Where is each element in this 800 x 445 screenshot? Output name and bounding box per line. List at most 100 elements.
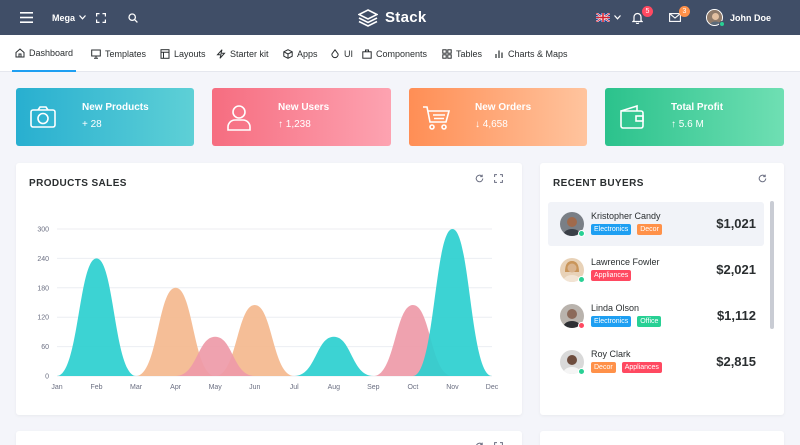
nav-item-label: Tables <box>456 48 483 59</box>
user-menu-button[interactable]: John Doe <box>706 0 771 35</box>
messages-badge: 3 <box>679 6 690 17</box>
reload-icon[interactable] <box>758 174 767 183</box>
package-icon <box>283 48 293 59</box>
nav-item-templates[interactable]: Templates <box>91 35 146 72</box>
buyer-row[interactable]: Linda Olson Electronics Office $1,112 <box>548 294 764 338</box>
hamburger-icon <box>20 12 33 23</box>
uk-flag-icon <box>596 13 610 22</box>
buyer-status-dot <box>578 230 585 237</box>
chevron-down-icon <box>79 15 86 20</box>
x-tick-label: Oct <box>407 384 418 391</box>
area-peak-series-2 <box>294 336 374 376</box>
online-status-dot <box>719 21 725 27</box>
bottom-left-card <box>16 431 522 445</box>
messages-button[interactable] <box>669 0 681 35</box>
x-tick-label: Feb <box>91 384 103 391</box>
camera-icon <box>30 106 56 128</box>
buyer-tags: Electronics Decor <box>591 224 662 235</box>
nav-item-tables[interactable]: Tables <box>442 35 482 72</box>
buyer-tags: Appliances <box>591 270 632 281</box>
buyer-name: Linda Olson <box>591 303 640 313</box>
notifications-button[interactable] <box>632 0 643 35</box>
x-tick-label: Apr <box>170 384 182 391</box>
stat-value: ↓ 4,658 <box>475 119 508 130</box>
y-tick-label: 300 <box>37 227 49 234</box>
stack-logo-icon <box>358 8 378 27</box>
stat-title: New Users <box>278 102 330 113</box>
tag-electronics: Electronics <box>591 224 632 235</box>
buyer-row[interactable]: Kristopher Candy Electronics Decor $1,02… <box>548 202 764 246</box>
nav-item-ui[interactable]: UI <box>330 35 353 72</box>
buyer-amount: $2,815 <box>716 354 756 369</box>
card-title: RECENT BUYERS <box>553 178 644 189</box>
x-tick-label: Jul <box>290 384 299 391</box>
stat-card-new-users: New Users ↑ 1,238 <box>212 88 391 146</box>
nav-item-starter-kit[interactable]: Starter kit <box>216 35 269 72</box>
search-icon <box>128 12 138 23</box>
y-tick-label: 240 <box>37 256 49 263</box>
briefcase-icon <box>362 49 372 59</box>
notifications-badge: 5 <box>642 6 653 17</box>
nav-item-label: Starter kit <box>230 48 269 59</box>
tag-office: Office <box>637 316 662 327</box>
monitor-icon <box>91 49 101 59</box>
x-tick-label: Dec <box>486 384 499 391</box>
user-name: John Doe <box>730 12 772 23</box>
buyer-status-dot <box>578 276 585 283</box>
nav-item-label: Components <box>376 48 428 59</box>
nav-item-components[interactable]: Components <box>362 35 427 72</box>
y-tick-label: 120 <box>37 315 49 322</box>
stat-value: + 28 <box>82 119 102 130</box>
buyer-row[interactable]: Roy Clark Decor Appliances $2,815 <box>548 340 764 384</box>
stat-value: ↑ 5.6 M <box>671 119 704 130</box>
main-menu: Dashboard Templates Layouts Starter kit … <box>0 35 800 72</box>
wallet-icon <box>620 104 644 129</box>
buyer-amount: $2,021 <box>716 262 756 277</box>
top-navbar: Mega Stack 5 3 John Doe <box>0 0 800 35</box>
x-tick-label: Sep <box>367 384 380 391</box>
stat-title: New Products <box>82 102 149 113</box>
home-icon <box>15 47 25 57</box>
chevron-down-icon <box>614 15 621 20</box>
zap-icon <box>216 48 226 59</box>
nav-item-layouts[interactable]: Layouts <box>160 35 206 72</box>
y-tick-label: 0 <box>45 374 49 381</box>
expand-icon <box>96 12 106 23</box>
x-tick-label: Mar <box>130 384 143 391</box>
buyers-scrollbar[interactable] <box>770 201 774 329</box>
tag-electronics: Electronics <box>591 316 632 327</box>
menu-toggle-button[interactable] <box>20 0 33 35</box>
bar-chart-icon <box>495 50 503 58</box>
y-tick-label: 60 <box>41 344 49 351</box>
mega-menu-button[interactable]: Mega <box>52 0 86 35</box>
brand-logo[interactable]: Stack <box>358 0 427 35</box>
droplet-icon <box>331 48 339 58</box>
nav-item-apps[interactable]: Apps <box>283 35 318 72</box>
nav-item-dashboard[interactable]: Dashboard <box>12 35 77 72</box>
card-tools <box>758 174 767 183</box>
buyer-status-dot <box>578 368 585 375</box>
buyer-amount: $1,112 <box>716 308 756 323</box>
language-selector[interactable] <box>596 0 621 35</box>
stat-value: ↑ 1,238 <box>278 119 311 130</box>
buyer-status-dot <box>578 322 585 329</box>
recent-buyers-card: RECENT BUYERS Kristopher Candy Electroni… <box>540 163 784 415</box>
buyer-name: Kristopher Candy <box>591 211 661 221</box>
stat-card-total-profit: Total Profit ↑ 5.6 M <box>605 88 784 146</box>
fullscreen-button[interactable] <box>96 0 106 35</box>
tag-decor: Decor <box>591 362 616 373</box>
mega-menu-label: Mega <box>52 12 76 23</box>
buyer-row[interactable]: Lawrence Fowler Appliances $2,021 <box>548 248 764 292</box>
tag-appliances: Appliances <box>621 362 662 373</box>
user-icon <box>227 105 251 131</box>
stat-card-new-products: New Products + 28 <box>16 88 194 146</box>
buyer-tags: Electronics Office <box>591 316 662 327</box>
tag-appliances: Appliances <box>591 270 632 281</box>
tag-decor: Decor <box>637 224 662 235</box>
nav-item-label: Charts & Maps <box>508 48 568 59</box>
stat-title: New Orders <box>475 102 532 113</box>
nav-item-charts-maps[interactable]: Charts & Maps <box>494 35 568 72</box>
x-tick-label: Nov <box>446 384 459 391</box>
search-button[interactable] <box>128 0 138 35</box>
products-sales-card: PRODUCTS SALES 0 60 120 180 240 300 Jan Feb Mar A… <box>16 163 522 415</box>
